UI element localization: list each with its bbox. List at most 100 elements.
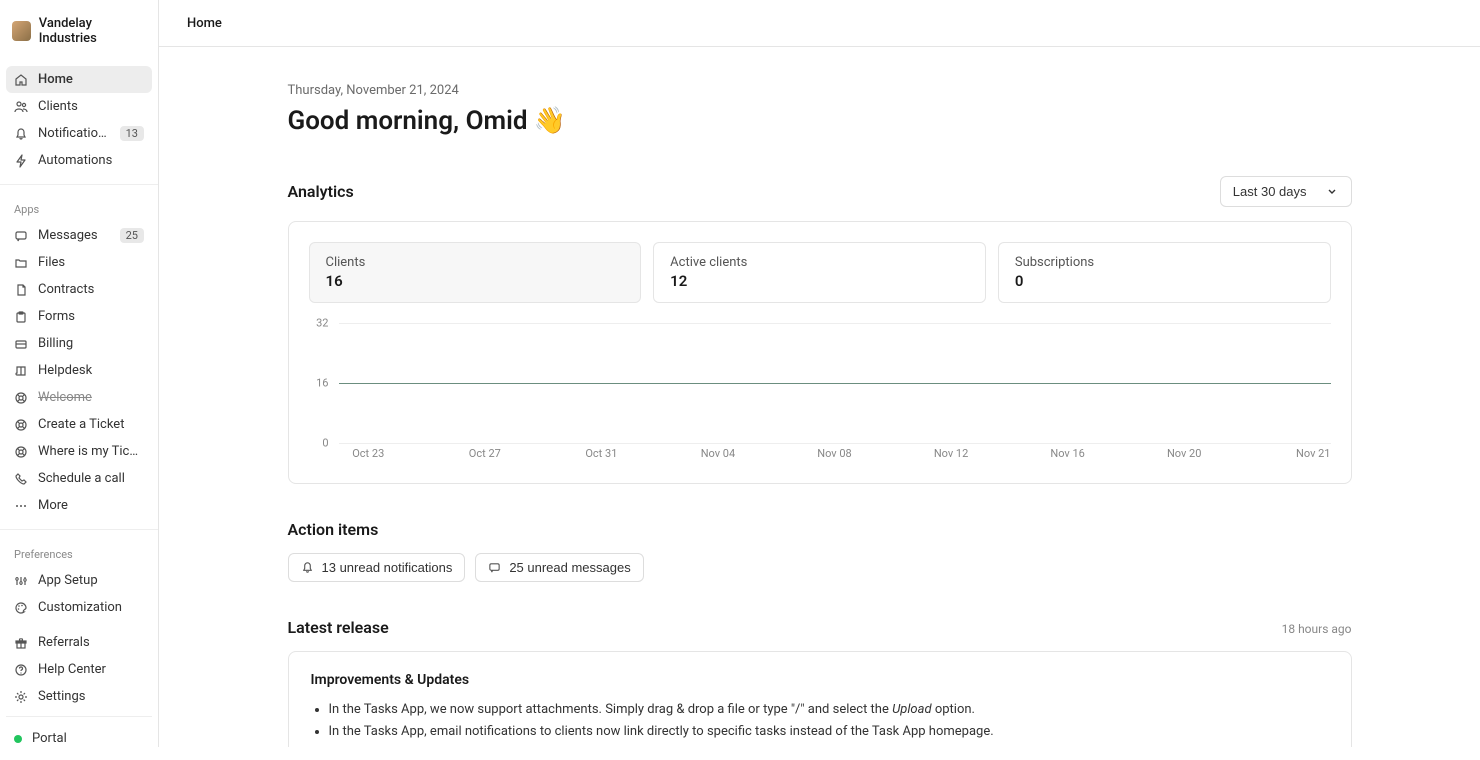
sidebar-item-messages[interactable]: Messages 25 [6,222,152,249]
release-item: In the Tasks App, email notifications to… [329,722,1329,742]
sidebar-item-label: Help Center [38,662,144,677]
badge: 25 [120,228,144,243]
phone-icon [14,472,28,486]
sidebar-item-help-center[interactable]: Help Center [6,656,152,683]
sidebar-item-label: Schedule a call [38,471,144,486]
gridline [339,443,1331,444]
sidebar-item-label: Where is my Ticket? [38,444,144,459]
portal-label: Portal [32,731,67,746]
sidebar-item-label: Create a Ticket [38,417,144,432]
x-tick: Nov 16 [1050,447,1084,460]
gear-icon [14,690,28,704]
sidebar-item-label: Referrals [38,635,144,650]
users-icon [14,100,28,114]
portal-link[interactable]: Portal [6,723,152,754]
sidebar-item-label: Helpdesk [38,363,144,378]
topbar: Home [159,0,1480,47]
greeting: Good morning, Omid 👋 [288,106,1352,136]
metric-label: Subscriptions [1015,255,1314,270]
x-tick: Nov 04 [701,447,735,460]
sidebar-item-contracts[interactable]: Contracts [6,276,152,303]
sidebar-item-welcome[interactable]: Welcome [6,384,152,411]
sidebar-item-schedule-call[interactable]: Schedule a call [6,465,152,492]
sidebar-item-label: Messages [38,228,110,243]
document-icon [14,283,28,297]
workspace-name: Vandelay Industries [39,16,146,46]
book-icon [14,364,28,378]
sidebar-item-clients[interactable]: Clients [6,93,152,120]
gift-icon [14,636,28,650]
sidebar-item-notifications[interactable]: Notifications 13 [6,120,152,147]
sidebar-item-app-setup[interactable]: App Setup [6,567,152,594]
sidebar-item-label: Files [38,255,144,270]
lifebuoy-icon [14,391,28,405]
help-icon [14,663,28,677]
chip-label: 25 unread messages [509,560,630,575]
chart-series-line [339,383,1331,384]
sidebar-item-settings[interactable]: Settings [6,683,152,710]
bell-icon [301,561,314,574]
sidebar-item-label: Notifications [38,126,110,141]
lifebuoy-icon [14,445,28,459]
dots-icon [14,499,28,513]
action-chip[interactable]: 25 unread messages [475,553,643,582]
date-line: Thursday, November 21, 2024 [288,83,1352,98]
action-chip[interactable]: 13 unread notifications [288,553,466,582]
bell-icon [14,127,28,141]
sidebar-item-label: More [38,498,144,513]
x-tick: Oct 31 [585,447,617,460]
home-icon [14,73,28,87]
metric-card-active-clients[interactable]: Active clients 12 [653,242,986,303]
main: Home Thursday, November 21, 2024 Good mo… [159,0,1480,747]
y-tick: 0 [322,437,328,450]
badge: 13 [120,126,144,141]
y-tick: 16 [316,377,328,390]
lifebuoy-icon [14,418,28,432]
release-card: Improvements & Updates In the Tasks App,… [288,651,1352,747]
sidebar-item-more[interactable]: More [6,492,152,519]
x-tick: Nov 08 [817,447,851,460]
bolt-icon [14,154,28,168]
sliders-icon [14,574,28,588]
analytics-chart: 01632 Oct 23Oct 27Oct 31Nov 04Nov 08Nov … [309,323,1331,463]
metric-value: 16 [326,272,625,290]
analytics-title: Analytics [288,182,354,201]
sidebar: Vandelay Industries HomeClientsNotificat… [0,0,159,747]
sidebar-item-create-ticket[interactable]: Create a Ticket [6,411,152,438]
sidebar-item-billing[interactable]: Billing [6,330,152,357]
release-subtitle: Improvements & Updates [311,672,1329,688]
breadcrumb: Home [187,16,222,31]
period-label: Last 30 days [1233,184,1307,199]
metric-value: 12 [670,272,969,290]
x-tick: Nov 12 [934,447,968,460]
metric-card-subscriptions[interactable]: Subscriptions0 [998,242,1331,303]
sidebar-item-automations[interactable]: Automations [6,147,152,174]
preferences-section-label: Preferences [6,540,152,567]
folder-icon [14,256,28,270]
sidebar-item-helpdesk[interactable]: Helpdesk [6,357,152,384]
metric-card-clients[interactable]: Clients 16 [309,242,642,303]
workspace-logo [12,21,31,41]
latest-release-title: Latest release [288,618,389,637]
metric-label: Clients [326,255,625,270]
period-dropdown[interactable]: Last 30 days [1220,176,1352,207]
status-dot-icon [14,735,22,743]
card-icon [14,337,28,351]
sidebar-item-label: Contracts [38,282,144,297]
sidebar-item-customization[interactable]: Customization [6,594,152,621]
sidebar-item-home[interactable]: Home [6,66,152,93]
metric-label: Active clients [670,255,969,270]
sidebar-item-referrals[interactable]: Referrals [6,629,152,656]
sidebar-item-label: Customization [38,600,144,615]
message-icon [14,229,28,243]
sidebar-item-where-ticket[interactable]: Where is my Ticket? [6,438,152,465]
sidebar-item-files[interactable]: Files [6,249,152,276]
sidebar-item-forms[interactable]: Forms [6,303,152,330]
action-items-title: Action items [288,520,379,539]
gridline [339,323,1331,324]
release-item: In the Tasks App, we now support attachm… [329,700,1329,720]
sidebar-item-label: App Setup [38,573,144,588]
clipboard-icon [14,310,28,324]
workspace-switcher[interactable]: Vandelay Industries [0,0,158,62]
sidebar-item-label: Billing [38,336,144,351]
